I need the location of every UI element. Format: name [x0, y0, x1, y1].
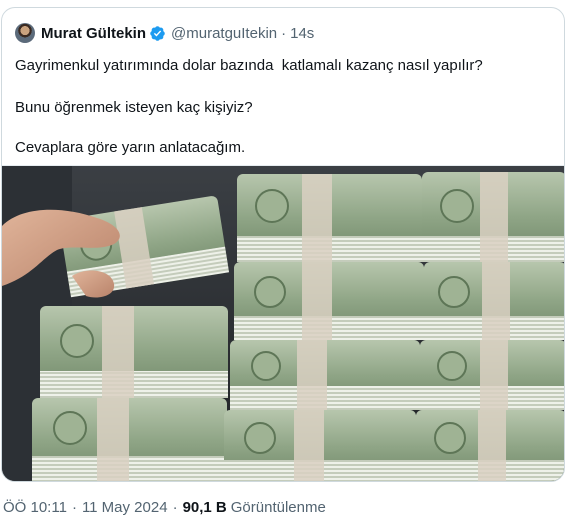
views-count: 90,1 B: [182, 499, 227, 516]
views-label: Görüntülenme: [230, 499, 326, 516]
author-display-name[interactable]: Murat Gültekin: [41, 25, 146, 42]
tweet-card[interactable]: Murat Gültekin @muratguItekin · 14s Gayr…: [1, 7, 565, 482]
meta-separator: ·: [71, 499, 77, 516]
avatar[interactable]: [15, 23, 35, 43]
tweet-time[interactable]: ÖÖ 10:11: [3, 499, 67, 516]
verified-badge-icon: [150, 25, 165, 41]
money-stack-row-back: [237, 172, 564, 262]
tweet-text-line: Bunu öğrenmek isteyen kaç kişiyiz?: [15, 99, 253, 116]
author-handle[interactable]: @muratguItekin: [171, 25, 277, 42]
tweet-meta-row: ÖÖ 10:11 · 11 May 2024 · 90,1 B Görüntül…: [3, 499, 326, 516]
tweet-text-line: Gayrimenkul yatırımında dolar bazında ka…: [15, 57, 483, 74]
tweet-time-ago[interactable]: 14s: [290, 25, 314, 42]
money-stack-row-middle: [234, 262, 564, 340]
tweet-date[interactable]: 11 May 2024: [82, 499, 168, 516]
header-separator: ·: [281, 24, 287, 42]
meta-separator: ·: [172, 499, 178, 516]
tweet-media-image[interactable]: [2, 165, 564, 481]
photo-dollar-stacks: [2, 166, 564, 481]
money-stack-row-bottom: [32, 398, 564, 481]
tweet-header: Murat Gültekin @muratguItekin · 14s: [15, 22, 314, 44]
tweet-text-line: Cevaplara göre yarın anlatacağım.: [15, 139, 246, 156]
